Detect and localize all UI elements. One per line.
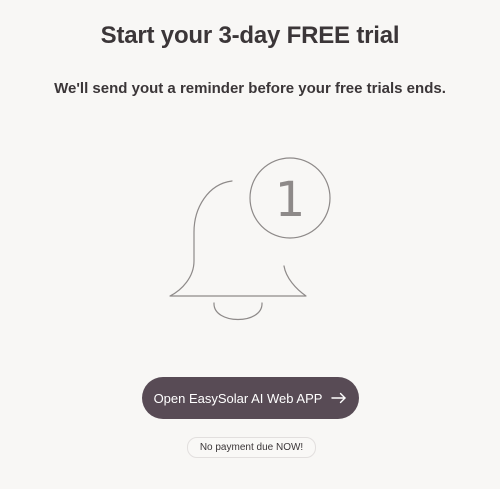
arrow-right-icon [331,392,347,404]
no-payment-text: No payment due NOW! [199,442,304,453]
badge-number: 1 [275,172,306,228]
page-subtitle: We'll send yout a reminder before your f… [54,80,446,97]
bell-notification-icon: 1 [160,150,340,335]
open-web-app-button[interactable]: Open EasySolar AI Web APP [142,377,359,419]
no-payment-badge: No payment due NOW! [187,437,316,458]
page-title: Start your 3-day FREE trial [100,22,400,49]
open-web-app-label: Open EasySolar AI Web APP [153,390,323,406]
